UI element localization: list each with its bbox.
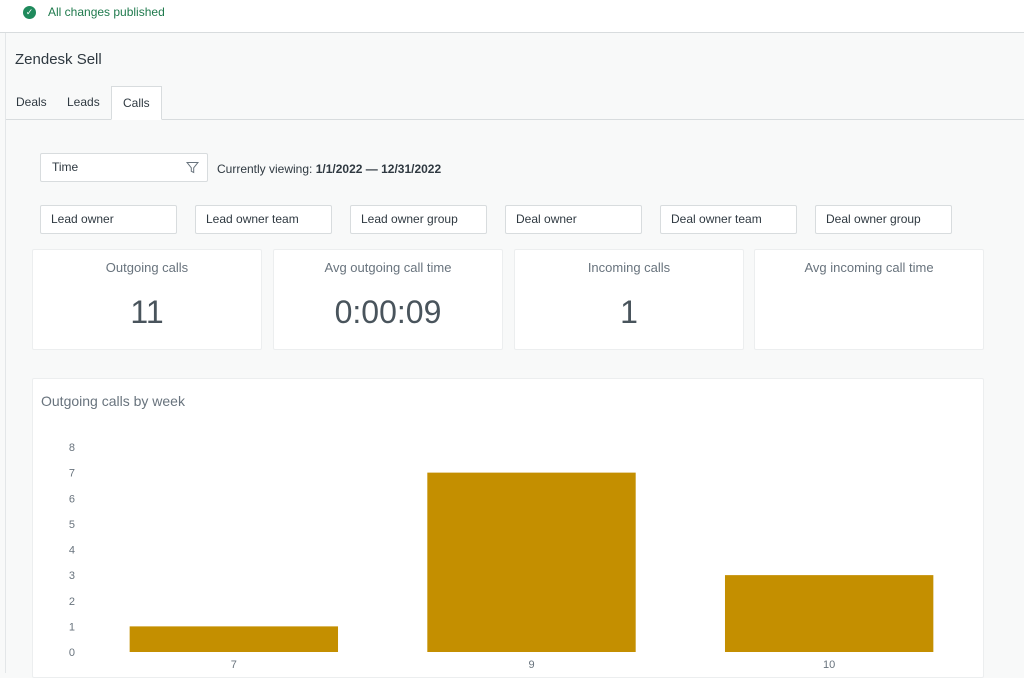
x-tick-label: 7 [231, 659, 237, 671]
kpi-label: Avg incoming call time [804, 260, 934, 275]
kpi-value: 11 [130, 294, 164, 330]
kpi-outgoing-calls: Outgoing calls 11 [32, 249, 262, 350]
y-tick-label: 4 [69, 545, 75, 557]
kpi-value: 1 [620, 294, 638, 330]
lead-owner-filter[interactable]: Lead owner [40, 205, 177, 234]
kpi-avg-outgoing-call-time: Avg outgoing call time 0:00:09 [273, 249, 503, 350]
bar-week-9[interactable] [427, 472, 636, 652]
time-filter-label: Time [52, 160, 79, 174]
time-filter-select[interactable]: Time [40, 153, 208, 182]
filter-icon [186, 162, 199, 174]
bar-chart: 0 1 2 3 4 5 6 7 8 7 9 10 [69, 442, 934, 671]
kpi-avg-incoming-call-time: Avg incoming call time [754, 249, 984, 350]
y-tick-label: 5 [69, 519, 75, 531]
kpi-value: 0:00:09 [334, 294, 442, 330]
kpi-incoming-calls: Incoming calls 1 [514, 249, 744, 350]
x-tick-label: 10 [823, 659, 835, 671]
tab-leads[interactable]: Leads [67, 86, 100, 119]
top-bar: ✓ All changes published [0, 0, 1024, 33]
tab-bar: Deals Leads Calls [6, 86, 1024, 120]
lead-owner-team-filter[interactable]: Lead owner team [195, 205, 332, 234]
check-circle-icon: ✓ [23, 5, 36, 19]
y-tick-label: 7 [69, 468, 75, 480]
kpi-label: Incoming calls [587, 260, 671, 275]
y-tick-label: 2 [69, 596, 75, 608]
kpi-label: Outgoing calls [105, 260, 189, 275]
viewing-range: 1/1/2022 — 12/31/2022 [315, 162, 442, 176]
tab-deals[interactable]: Deals [16, 86, 47, 119]
tab-calls[interactable]: Calls [111, 86, 162, 120]
deal-owner-filter[interactable]: Deal owner [505, 205, 642, 234]
y-tick-label: 3 [69, 570, 75, 582]
kpi-label: Avg outgoing call time [324, 260, 452, 275]
deal-owner-group-filter[interactable]: Deal owner group [815, 205, 952, 234]
app-title: Zendesk Sell [15, 51, 102, 68]
currently-viewing: Currently viewing: 1/1/2022 — 12/31/2022 [217, 162, 441, 176]
deal-owner-team-filter[interactable]: Deal owner team [660, 205, 797, 234]
bar-week-7[interactable] [129, 626, 339, 652]
y-tick-label: 0 [69, 647, 75, 659]
publish-status: ✓ All changes published [23, 5, 165, 19]
y-tick-label: 1 [69, 621, 75, 633]
y-tick-label: 8 [69, 442, 75, 454]
lead-owner-group-filter[interactable]: Lead owner group [350, 205, 487, 234]
outgoing-calls-by-week-card: Outgoing calls by week 0 1 2 3 4 5 6 7 8 7 9 10 [32, 378, 984, 678]
x-tick-label: 9 [528, 659, 534, 671]
bar-week-10[interactable] [724, 575, 934, 652]
viewing-prefix: Currently viewing: [217, 162, 313, 176]
publish-status-text: All changes published [48, 5, 165, 19]
y-tick-label: 6 [69, 493, 75, 505]
